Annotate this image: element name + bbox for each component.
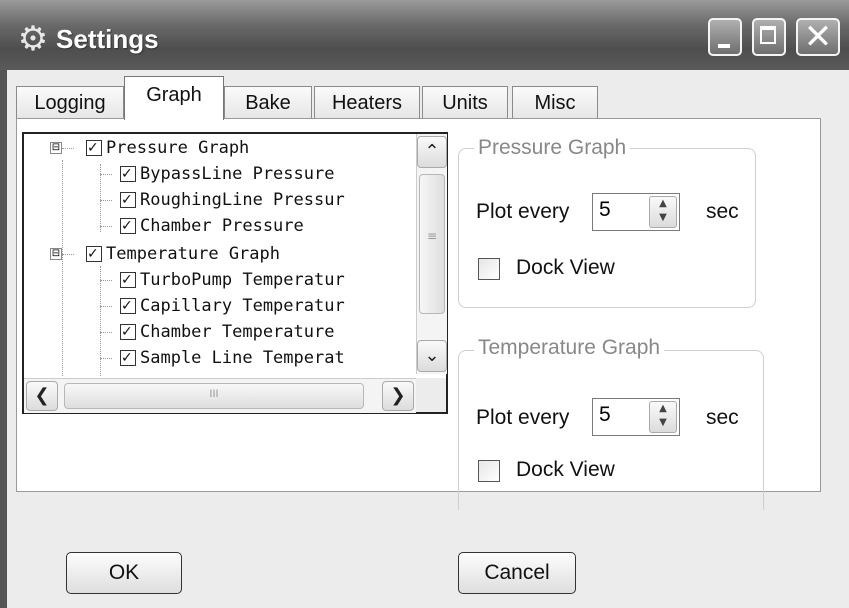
tree-item-label: Sample Line Temperat: [140, 348, 345, 368]
tree-line: [100, 226, 112, 227]
tree-item-turbopump-temperature[interactable]: TurboPump Temperatur: [120, 268, 345, 292]
tree-line: [100, 280, 112, 281]
spin-down-icon[interactable]: ▼: [650, 416, 676, 430]
window-frame-left: [0, 70, 7, 608]
scroll-up-icon[interactable]: ⌃: [417, 136, 447, 168]
close-icon: ✕: [803, 17, 833, 57]
pressure-plot-every-label: Plot every: [476, 200, 570, 223]
pressure-graph-group-title: Pressure Graph: [474, 136, 631, 160]
tree-item-label: Capillary Temperatur: [140, 296, 345, 316]
tree-line: [62, 254, 74, 255]
tab-units[interactable]: Units: [422, 86, 508, 118]
tree-horizontal-scrollbar[interactable]: ❮ III ❯: [24, 378, 416, 413]
tree-line: [100, 358, 112, 359]
tree-item-label: Temperature Graph: [106, 244, 280, 264]
checkbox-checked-icon[interactable]: [120, 214, 136, 238]
scroll-grip-icon: III: [209, 388, 219, 400]
tree-vertical-scrollbar[interactable]: ⌃ ≡ ⌄: [416, 134, 447, 374]
checkbox-checked-icon[interactable]: [86, 136, 102, 160]
maximize-button[interactable]: [752, 18, 786, 56]
checkbox-checked-icon[interactable]: [120, 320, 136, 344]
temperature-unit-label: sec: [706, 406, 739, 429]
tree-item-label: Chamber Pressure: [140, 216, 304, 236]
spin-arrows-icon[interactable]: ▲ ▼: [649, 401, 677, 433]
spin-down-icon[interactable]: ▼: [650, 211, 676, 225]
gear-icon: ⚙: [17, 20, 49, 58]
close-button[interactable]: ✕: [796, 18, 840, 56]
tree-item-pressure-graph[interactable]: Pressure Graph: [86, 136, 249, 160]
pressure-unit-label: sec: [706, 200, 739, 223]
tree-line: [100, 174, 112, 175]
collapse-icon[interactable]: ⊟: [50, 248, 62, 260]
tab-logging[interactable]: Logging: [16, 86, 124, 118]
window-title: Settings: [56, 24, 159, 54]
temperature-graph-group-title: Temperature Graph: [474, 336, 665, 360]
temperature-plot-every-label: Plot every: [476, 406, 570, 429]
tree-line: [100, 332, 112, 333]
temperature-interval-value[interactable]: 5: [599, 403, 611, 427]
pressure-dock-view-label: Dock View: [516, 256, 615, 279]
tree-line: [62, 148, 74, 149]
tree-item-capillary-temperature[interactable]: Capillary Temperatur: [120, 294, 345, 318]
scroll-grip-icon: ≡: [426, 229, 438, 243]
graph-tree-view[interactable]: ⊟ Pressure Graph BypassLine Pressure Rou…: [22, 132, 448, 414]
tree-item-chamber-temperature[interactable]: Chamber Temperature: [120, 320, 334, 344]
pressure-dock-view-checkbox[interactable]: [478, 258, 500, 280]
tree-line: [100, 306, 112, 307]
checkbox-checked-icon[interactable]: [86, 242, 102, 266]
tree-item-label: Chamber Temperature: [140, 322, 335, 342]
spin-up-icon[interactable]: ▲: [650, 197, 676, 211]
tree-item-roughingline-pressure[interactable]: RoughingLine Pressur: [120, 188, 345, 212]
pressure-interval-stepper[interactable]: 5 ▲ ▼: [592, 193, 680, 231]
tree-item-label: RoughingLine Pressur: [140, 190, 345, 210]
tab-misc[interactable]: Misc: [512, 86, 598, 118]
tree-line: [62, 160, 63, 376]
checkbox-checked-icon[interactable]: [120, 294, 136, 318]
temperature-dock-view-checkbox[interactable]: [478, 460, 500, 482]
cancel-button[interactable]: Cancel: [458, 552, 576, 594]
checkbox-checked-icon[interactable]: [120, 188, 136, 212]
checkbox-checked-icon[interactable]: [120, 268, 136, 292]
ok-button[interactable]: OK: [66, 552, 182, 594]
tree-item-label: BypassLine Pressure: [140, 164, 335, 184]
tree-line: [100, 200, 112, 201]
collapse-icon[interactable]: ⊟: [50, 142, 62, 154]
tree-line: [100, 266, 101, 376]
scroll-right-icon[interactable]: ❯: [382, 381, 414, 411]
checkbox-checked-icon[interactable]: [120, 346, 136, 370]
pressure-interval-value[interactable]: 5: [599, 198, 611, 222]
scroll-down-icon[interactable]: ⌄: [417, 340, 447, 372]
vertical-scroll-thumb[interactable]: ≡: [419, 174, 445, 314]
tree-item-chamber-pressure[interactable]: Chamber Pressure: [120, 214, 304, 238]
title-bar[interactable]: ⚙ Settings ✕: [0, 0, 849, 70]
checkbox-checked-icon[interactable]: [120, 162, 136, 186]
tab-heaters[interactable]: Heaters: [314, 86, 420, 118]
tree-item-temperature-graph[interactable]: Temperature Graph: [86, 242, 280, 266]
spin-up-icon[interactable]: ▲: [650, 402, 676, 416]
tree-item-label: TurboPump Temperatur: [140, 270, 345, 290]
tree-item-bypassline-pressure[interactable]: BypassLine Pressure: [120, 162, 334, 186]
scrollbar-corner: [416, 378, 446, 412]
temperature-dock-view-label: Dock View: [516, 458, 615, 481]
minimize-button[interactable]: [708, 18, 742, 56]
temperature-interval-stepper[interactable]: 5 ▲ ▼: [592, 398, 680, 436]
spin-arrows-icon[interactable]: ▲ ▼: [649, 196, 677, 228]
tree-item-label: Pressure Graph: [106, 138, 250, 158]
settings-window: ⚙ Settings ✕ Logging Graph Bake Heaters …: [0, 0, 849, 608]
tab-bake[interactable]: Bake: [224, 86, 312, 118]
scroll-left-icon[interactable]: ❮: [26, 381, 58, 411]
tab-graph[interactable]: Graph: [124, 76, 224, 120]
horizontal-scroll-thumb[interactable]: III: [64, 383, 364, 409]
tree-item-sample-line-temperature[interactable]: Sample Line Temperat: [120, 346, 345, 370]
